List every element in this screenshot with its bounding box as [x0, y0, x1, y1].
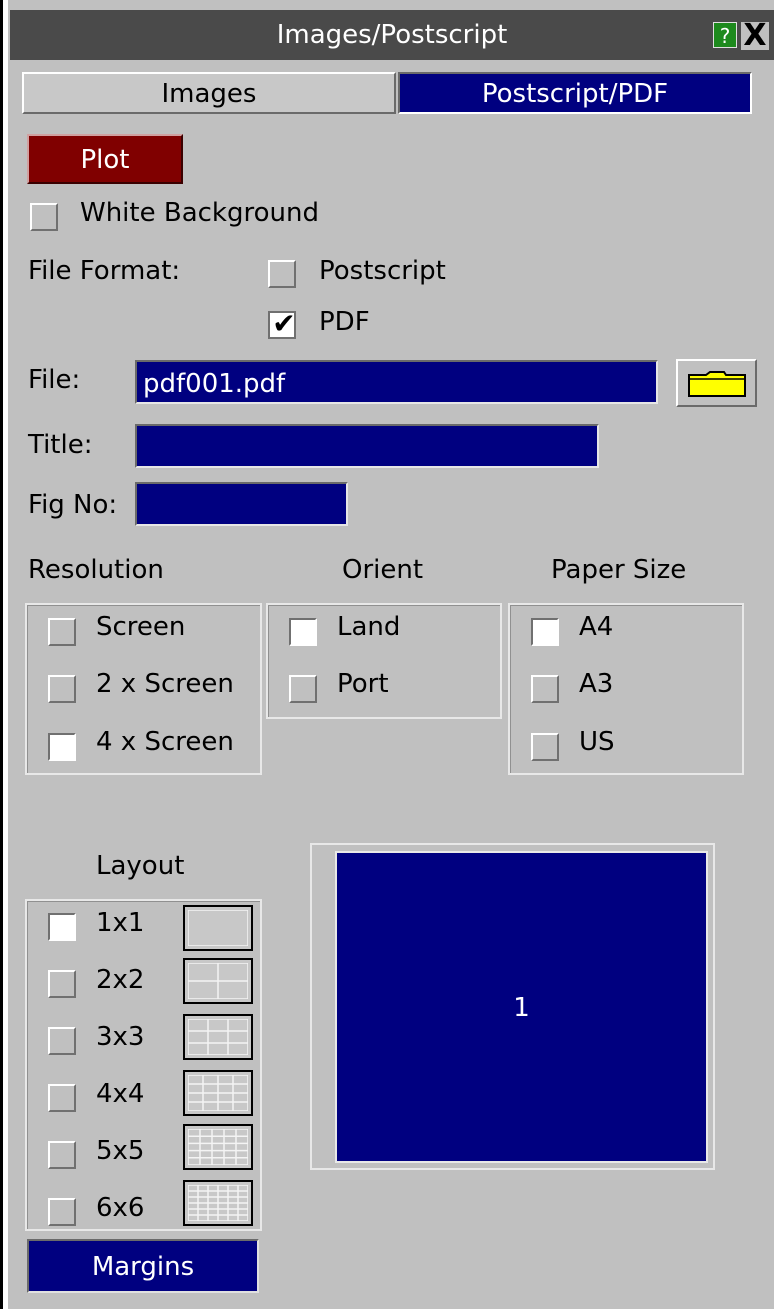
- orient-land-radio[interactable]: [289, 618, 317, 646]
- grid-3x3-icon: [188, 1019, 248, 1055]
- layout-1x1-label: 1x1: [96, 908, 145, 938]
- resolution-2x-radio[interactable]: [48, 675, 76, 703]
- orient-heading: Orient: [342, 555, 424, 585]
- grid-2x2-icon: [188, 963, 248, 999]
- browse-folder-button[interactable]: [676, 359, 757, 407]
- grid-1x1-icon: [188, 910, 248, 946]
- paper-size-heading: Paper Size: [551, 555, 687, 585]
- fig-no-input[interactable]: [135, 482, 348, 526]
- paper-us-radio[interactable]: [531, 733, 559, 761]
- resolution-screen-label: Screen: [96, 612, 186, 642]
- orient-land-label: Land: [337, 612, 401, 642]
- help-button[interactable]: ?: [713, 22, 737, 48]
- white-background-label: White Background: [80, 198, 319, 228]
- title-label: Title:: [28, 430, 93, 460]
- layout-6x6-thumbnail[interactable]: [183, 1180, 253, 1226]
- postscript-checkbox[interactable]: [268, 260, 296, 288]
- tab-images[interactable]: Images: [22, 72, 396, 114]
- layout-5x5-label: 5x5: [96, 1136, 145, 1166]
- layout-4x4-thumbnail[interactable]: [183, 1070, 253, 1116]
- resolution-4x-radio[interactable]: [48, 733, 76, 761]
- check-mark-icon: ✔: [272, 307, 296, 340]
- white-background-checkbox[interactable]: [30, 203, 58, 231]
- grid-4x4-icon: [188, 1075, 248, 1111]
- layout-3x3-radio[interactable]: [48, 1027, 76, 1055]
- orient-port-label: Port: [337, 669, 389, 699]
- layout-2x2-radio[interactable]: [48, 970, 76, 998]
- resolution-heading: Resolution: [28, 555, 164, 585]
- layout-6x6-radio[interactable]: [48, 1198, 76, 1226]
- pdf-checkbox[interactable]: ✔: [268, 307, 296, 340]
- layout-4x4-label: 4x4: [96, 1079, 145, 1109]
- paper-us-label: US: [579, 727, 615, 757]
- layout-3x3-thumbnail[interactable]: [183, 1014, 253, 1060]
- grid-5x5-icon: [188, 1129, 248, 1165]
- layout-4x4-radio[interactable]: [48, 1084, 76, 1112]
- page-preview[interactable]: 1: [335, 851, 708, 1163]
- paper-a4-label: A4: [579, 612, 614, 642]
- pdf-label: PDF: [319, 307, 370, 337]
- file-label: File:: [28, 365, 81, 395]
- grid-6x6-icon: [188, 1185, 248, 1221]
- file-format-label: File Format:: [28, 256, 181, 286]
- fig-no-label: Fig No:: [28, 490, 118, 520]
- layout-2x2-thumbnail[interactable]: [183, 958, 253, 1004]
- layout-1x1-thumbnail[interactable]: [183, 905, 253, 951]
- folder-icon: [688, 371, 746, 397]
- close-button[interactable]: X: [741, 21, 769, 51]
- window-title: Images/Postscript: [276, 20, 508, 50]
- preview-page-number: 1: [513, 993, 530, 1023]
- tab-postscript-pdf[interactable]: Postscript/PDF: [398, 72, 752, 114]
- plot-button[interactable]: Plot: [27, 134, 183, 184]
- layout-3x3-label: 3x3: [96, 1022, 145, 1052]
- left-border: [0, 0, 3, 1309]
- layout-1x1-radio[interactable]: [48, 913, 76, 941]
- file-input[interactable]: pdf001.pdf: [135, 360, 658, 404]
- resolution-2x-label: 2 x Screen: [96, 669, 234, 699]
- orient-port-radio[interactable]: [289, 675, 317, 703]
- resolution-4x-label: 4 x Screen: [96, 727, 234, 757]
- window-titlebar: Images/Postscript ? X: [10, 10, 774, 60]
- layout-5x5-thumbnail[interactable]: [183, 1124, 253, 1170]
- layout-6x6-label: 6x6: [96, 1193, 145, 1223]
- layout-2x2-label: 2x2: [96, 965, 145, 995]
- layout-5x5-radio[interactable]: [48, 1141, 76, 1169]
- resolution-screen-radio[interactable]: [48, 618, 76, 646]
- paper-a3-label: A3: [579, 669, 614, 699]
- postscript-label: Postscript: [319, 256, 446, 286]
- margins-button[interactable]: Margins: [27, 1239, 259, 1293]
- paper-a3-radio[interactable]: [531, 675, 559, 703]
- paper-a4-radio[interactable]: [531, 618, 559, 646]
- title-input[interactable]: [135, 424, 599, 468]
- layout-heading: Layout: [96, 851, 185, 881]
